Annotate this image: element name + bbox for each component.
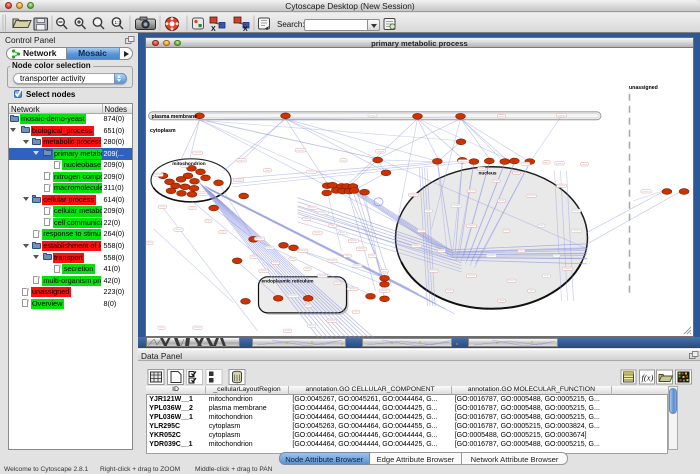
svg-text:unassigned: unassigned bbox=[628, 85, 657, 91]
svg-text:f(x): f(x) bbox=[642, 373, 654, 383]
svg-text:plasma membrane: plasma membrane bbox=[151, 114, 197, 120]
svg-text:1:1: 1:1 bbox=[115, 20, 122, 25]
svg-text:cytoplasm: cytoplasm bbox=[150, 128, 176, 134]
svg-text:X: X bbox=[211, 26, 216, 33]
svg-text:X: X bbox=[243, 26, 248, 33]
svg-text:endoplasmic reticulum: endoplasmic reticulum bbox=[261, 278, 313, 284]
svg-text:nucleus: nucleus bbox=[478, 170, 496, 176]
svg-text:mitochondrion: mitochondrion bbox=[172, 161, 206, 167]
